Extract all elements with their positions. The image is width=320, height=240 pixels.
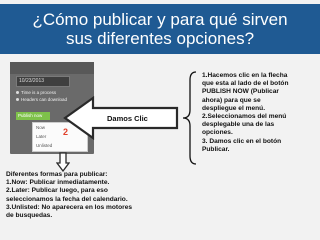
uses-line: seleccionamos la fecha del calendario. xyxy=(6,195,128,203)
publish-now-button: Publish now xyxy=(16,112,50,120)
steps-line: 1.Hacemos clic en la flecha xyxy=(202,72,288,79)
uses-line: 1.Now: Publicar inmediatamente. xyxy=(6,179,110,187)
arrow-label: Damos Clic xyxy=(107,114,148,123)
steps-line: despliegue el menú. xyxy=(202,104,266,112)
dropdown-item-unlisted: Unlisted xyxy=(36,143,53,148)
uses-line: 2.Later: Publicar luego, para eso xyxy=(6,187,108,195)
steps-line: desplegable una de las xyxy=(202,121,275,129)
title-line-1: ¿Cómo publicar y para qué sirven xyxy=(32,10,288,29)
option-label-1: Time is a process xyxy=(21,90,57,95)
uses-line: de busquedas. xyxy=(6,212,53,220)
steps-line: 3. Damos clic en el botón xyxy=(202,137,282,145)
steps-line: 2.Seleccionamos del menú xyxy=(202,113,287,121)
slide-title: ¿Cómo publicar y para qué sirven sus dif… xyxy=(0,4,320,54)
steps-line: ahora) para que se xyxy=(202,96,261,104)
uses-line: 3.Unlisted: No aparecera en los motores xyxy=(6,203,133,211)
option-label-2: Headers can download xyxy=(21,97,68,102)
down-arrow-icon xyxy=(56,152,70,172)
screenshot-topbar xyxy=(10,62,94,74)
steps-line: que esta al lado de el botón xyxy=(202,80,289,88)
steps-line: Publicar. xyxy=(202,145,230,153)
bracket-icon xyxy=(182,71,197,165)
date-field: 10/23/2013 xyxy=(16,76,70,87)
publish-options-text: Diferentes formas para publicar: 1.Now: … xyxy=(6,171,156,220)
option-row-2: Headers can download xyxy=(16,97,67,103)
radio-icon xyxy=(16,98,19,102)
steps-text: 1.Hacemos clic en la flecha que esta al … xyxy=(202,72,318,154)
option-row-1: Time is a process xyxy=(16,90,56,96)
uses-line: Diferentes formas para publicar: xyxy=(6,171,108,178)
steps-line: opciones. xyxy=(202,129,233,137)
steps-line: PUBLISH NOW (Publicar xyxy=(202,88,279,96)
title-line-2: sus diferentes opciones? xyxy=(65,29,255,48)
radio-icon xyxy=(16,91,19,95)
